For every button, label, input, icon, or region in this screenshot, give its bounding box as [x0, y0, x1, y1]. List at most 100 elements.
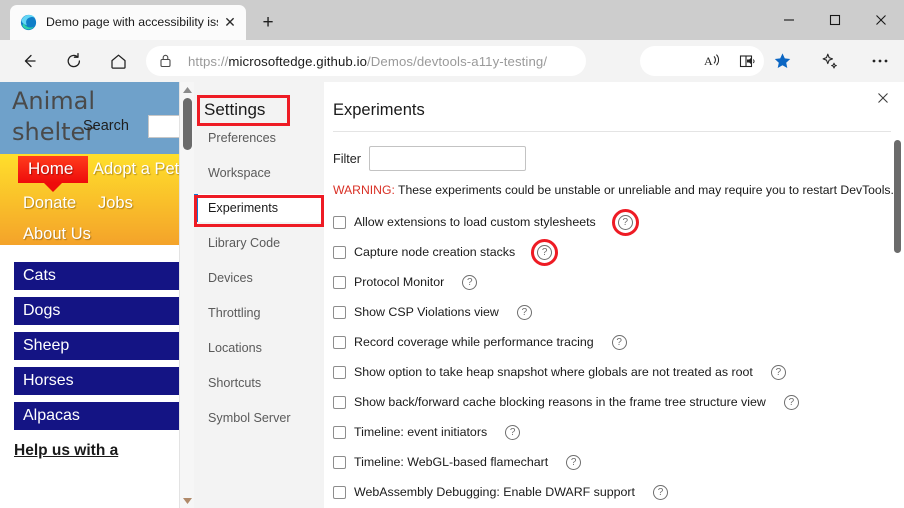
edge-logo-icon — [20, 14, 37, 31]
checkbox[interactable] — [333, 335, 346, 349]
help-icon[interactable]: ? — [611, 208, 639, 236]
favorite-star-icon[interactable] — [766, 46, 798, 76]
help-icon[interactable]: ? — [770, 364, 786, 380]
divider — [333, 131, 891, 132]
experiment-label: Allow extensions to load custom styleshe… — [354, 215, 596, 229]
sidebar-item-workspace[interactable]: Workspace — [194, 159, 324, 187]
sidebar-item-shortcuts[interactable]: Shortcuts — [194, 369, 324, 397]
sidebar-item-locations[interactable]: Locations — [194, 334, 324, 362]
settings-sidebar: Settings Preferences Workspace Experimen… — [194, 82, 324, 508]
experiment-row[interactable]: Capture node creation stacks ? — [333, 237, 904, 267]
address-bar-url: https://microsoftedge.github.io/Demos/de… — [188, 53, 548, 69]
help-icon[interactable]: ? — [516, 304, 532, 320]
site-nav: Home Adopt a Pet Donate Jobs About Us — [0, 154, 194, 245]
window-controls — [766, 0, 904, 40]
site-title: Animal shelter — [12, 86, 132, 148]
checkbox[interactable] — [333, 485, 346, 499]
sidebar-item-devices[interactable]: Devices — [194, 264, 324, 292]
experiment-row[interactable]: Show option to take heap snapshot where … — [333, 357, 904, 387]
experiment-row[interactable]: Allow extensions to load custom styleshe… — [333, 207, 904, 237]
close-icon[interactable] — [872, 87, 894, 109]
page-scrollbar-thumb[interactable] — [183, 98, 192, 150]
checkbox[interactable] — [333, 455, 346, 469]
experiment-row[interactable]: Timeline: WebGL-based flamechart ? — [333, 447, 904, 477]
web-page: Animal shelter Search Home Adopt a Pet D… — [0, 82, 194, 508]
close-button[interactable] — [858, 0, 904, 40]
help-icon[interactable]: ? — [505, 424, 521, 440]
sidebar-item-symbol-server[interactable]: Symbol Server — [194, 404, 324, 432]
scroll-up-icon[interactable] — [180, 82, 194, 97]
filter-label: Filter — [333, 151, 361, 166]
sidebar-item-throttling[interactable]: Throttling — [194, 299, 324, 327]
nav-item-donate[interactable]: Donate — [23, 194, 76, 213]
nav-item-home[interactable]: Home — [18, 156, 89, 192]
tab-close-icon[interactable]: ✕ — [218, 11, 242, 35]
page-title: Experiments — [333, 101, 425, 119]
warning-text: WARNING: These experiments could be unst… — [333, 183, 904, 197]
help-icon[interactable]: ? — [531, 238, 559, 266]
experiment-row[interactable]: Record coverage while performance tracin… — [333, 327, 904, 357]
experiments-scrollbar-thumb[interactable] — [894, 140, 901, 253]
checkbox[interactable] — [333, 215, 346, 229]
address-bar[interactable]: https://microsoftedge.github.io/Demos/de… — [146, 46, 586, 76]
minimize-button[interactable] — [766, 0, 812, 40]
warning-prefix: WARNING: — [333, 183, 395, 197]
experiment-label: Capture node creation stacks — [354, 245, 516, 259]
experiment-label: Protocol Monitor — [354, 275, 445, 289]
help-icon[interactable]: ? — [566, 454, 582, 470]
filter-input[interactable] — [369, 146, 526, 171]
experiments-panel: Experiments Filter WARNING: These experi… — [324, 82, 904, 508]
back-button[interactable] — [14, 46, 44, 76]
sidebar-item-library-code[interactable]: Library Code — [194, 229, 324, 257]
experiment-label: Show CSP Violations view — [354, 305, 499, 319]
list-item[interactable]: Sheep — [14, 332, 184, 360]
site-info-lock-icon[interactable] — [158, 53, 176, 69]
search-label: Search — [83, 118, 129, 134]
list-item[interactable]: Cats — [14, 262, 184, 290]
site-title-line1: Animal — [12, 87, 96, 115]
checkbox[interactable] — [333, 425, 346, 439]
read-aloud-icon[interactable]: A — [698, 46, 730, 76]
browser-menu-icon[interactable] — [864, 46, 896, 76]
new-tab-button[interactable]: + — [254, 9, 282, 37]
checkbox[interactable] — [333, 275, 346, 289]
help-icon[interactable]: ? — [611, 334, 627, 350]
help-icon[interactable]: ? — [783, 394, 799, 410]
refresh-button[interactable] — [59, 46, 89, 76]
browser-tab[interactable]: Demo page with accessibility iss ✕ — [10, 5, 246, 40]
nav-item-adopt-a-pet[interactable]: Adopt a Pet — [93, 160, 179, 179]
experiments-list: Allow extensions to load custom styleshe… — [333, 207, 904, 507]
sidebar-item-experiments[interactable]: Experiments — [194, 194, 324, 222]
help-icon[interactable]: ? — [653, 484, 668, 500]
checkbox[interactable] — [333, 395, 346, 409]
sidebar-item-preferences[interactable]: Preferences — [194, 124, 324, 152]
title-bar: Demo page with accessibility iss ✕ + — [0, 0, 904, 40]
experiment-label: Record coverage while performance tracin… — [354, 335, 594, 349]
nav-item-about-us[interactable]: About Us — [23, 225, 91, 244]
checkbox[interactable] — [333, 245, 346, 259]
help-icon[interactable]: ? — [462, 274, 478, 290]
immersive-reader-icon[interactable] — [732, 46, 764, 76]
nav-item-jobs[interactable]: Jobs — [98, 194, 133, 213]
copilot-sparkle-icon[interactable] — [814, 46, 846, 76]
experiment-row[interactable]: Show back/forward cache blocking reasons… — [333, 387, 904, 417]
list-item[interactable]: Dogs — [14, 297, 184, 325]
filter-row: Filter — [333, 146, 904, 171]
scroll-down-icon[interactable] — [180, 493, 194, 508]
experiment-row[interactable]: Timeline: event initiators ? — [333, 417, 904, 447]
list-item[interactable]: Alpacas — [14, 402, 184, 430]
animal-category-list: Cats Dogs Sheep Horses Alpacas — [0, 245, 194, 430]
experiment-row[interactable]: Show CSP Violations view ? — [333, 297, 904, 327]
site-header: Animal shelter Search — [0, 82, 194, 154]
maximize-button[interactable] — [812, 0, 858, 40]
experiment-row[interactable]: WebAssembly Debugging: Enable DWARF supp… — [333, 477, 904, 507]
home-button[interactable] — [103, 46, 133, 76]
page-scrollbar[interactable] — [179, 82, 194, 508]
experiment-label: Timeline: WebGL-based flamechart — [354, 455, 549, 469]
checkbox[interactable] — [333, 305, 346, 319]
experiment-row[interactable]: Protocol Monitor ? — [333, 267, 904, 297]
checkbox[interactable] — [333, 365, 346, 379]
help-us-heading: Help us with a — [14, 442, 119, 459]
devtools-settings-dialog: Settings Preferences Workspace Experimen… — [194, 82, 904, 508]
list-item[interactable]: Horses — [14, 367, 184, 395]
